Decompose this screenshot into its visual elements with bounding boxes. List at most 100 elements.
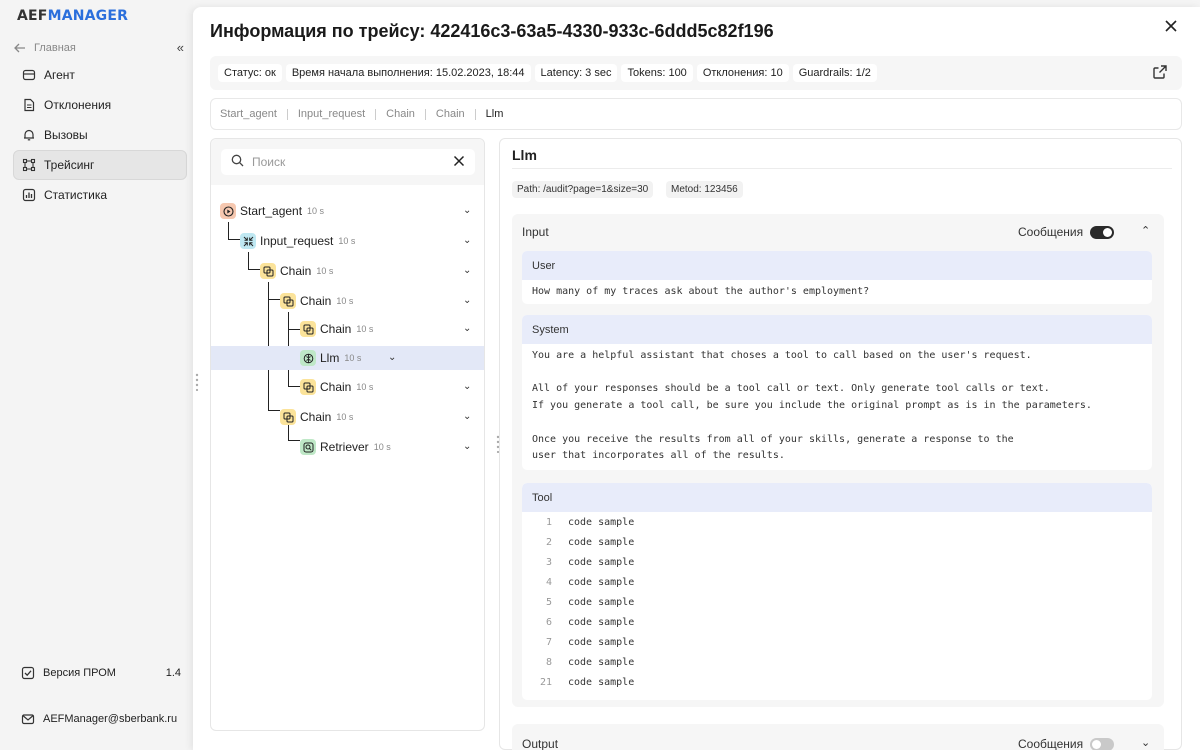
output-messages-toggle[interactable]: Сообщения xyxy=(1018,737,1115,750)
chevron-down-icon[interactable]: ⌄ xyxy=(388,352,396,363)
chevron-up-icon[interactable]: ⌃ xyxy=(1141,224,1150,237)
tokens-chip: Tokens: 100 xyxy=(621,64,693,82)
bell-icon xyxy=(22,128,36,142)
sidebar-item-statistics[interactable]: Статистика xyxy=(13,180,187,210)
tree-node-chain[interactable]: Chain 10 s xyxy=(300,318,373,340)
output-section: Output Сообщения ⌄ xyxy=(512,724,1164,750)
tree-node-duration: 10 s xyxy=(336,296,354,306)
user-message-text: How many of my traces ask about the auth… xyxy=(532,286,870,297)
code-line: 1 code sample xyxy=(545,516,635,528)
clear-search-icon[interactable] xyxy=(453,154,465,170)
chevron-down-icon[interactable]: ⌄ xyxy=(463,265,471,276)
tree-node-chain[interactable]: Chain 10 s xyxy=(300,376,373,398)
divider xyxy=(512,168,1172,169)
tree-node-retriever[interactable]: Retriever 10 s xyxy=(300,436,391,458)
breadcrumb: Start_agent Input_request Chain Chain Ll… xyxy=(210,98,1182,130)
tree-connector xyxy=(288,386,300,387)
tracing-icon xyxy=(22,158,36,172)
tree-node-chain[interactable]: Chain 10 s xyxy=(280,290,353,312)
breadcrumb-item[interactable]: Input_request xyxy=(298,108,365,120)
tree-node-duration: 10 s xyxy=(344,353,362,363)
latency-chip: Latency: 3 sec xyxy=(534,64,618,82)
toggle-switch-off[interactable] xyxy=(1090,737,1115,750)
tree-node-label: Input_request xyxy=(260,234,334,248)
tree-search-input[interactable] xyxy=(252,155,432,169)
sidebar-item-agent[interactable]: Агент xyxy=(13,60,187,90)
chevron-down-icon[interactable]: ⌄ xyxy=(1141,736,1150,749)
sidebar-item-label: Вызовы xyxy=(44,128,88,142)
arrow-left-icon xyxy=(14,41,26,56)
chevron-down-icon[interactable]: ⌄ xyxy=(463,441,471,452)
trace-status-bar: Статус: ок Время начала выполнения: 15.0… xyxy=(210,56,1182,90)
breadcrumb-separator xyxy=(474,108,476,120)
drag-handle-icon[interactable] xyxy=(195,373,199,392)
llm-icon xyxy=(300,350,316,366)
sidebar-nav: Агент Отклонения Вызовы Трейсинг Статист… xyxy=(13,60,187,210)
back-to-home-link[interactable]: Главная « xyxy=(14,40,186,56)
chevron-down-icon[interactable]: ⌄ xyxy=(463,205,471,216)
chain-icon xyxy=(300,379,316,395)
tree-node-input-request[interactable]: Input_request 10 s xyxy=(240,230,355,252)
sidebar-item-label: Трейсинг xyxy=(44,158,95,172)
code-line: 5 code sample xyxy=(545,596,635,608)
external-link-icon[interactable] xyxy=(1152,64,1168,80)
breadcrumb-item[interactable]: Chain xyxy=(386,108,415,120)
breadcrumb-item[interactable]: Start_agent xyxy=(220,108,277,120)
tree-connector xyxy=(288,440,300,441)
tree-node-duration: 10 s xyxy=(338,236,356,246)
logo-text-aef: AEF xyxy=(17,8,48,24)
back-label: Главная xyxy=(34,42,76,54)
system-message-text: You are a helpful assistant that choses … xyxy=(532,350,1092,462)
logo-text-manager: MANAGER xyxy=(47,8,129,24)
tree-node-duration: 10 s xyxy=(356,324,374,334)
status-chip: Статус: ок xyxy=(218,64,282,82)
deviations-chip: Отклонения: 10 xyxy=(696,64,789,82)
chain-icon xyxy=(280,409,296,425)
email-text: AEFManager@sberbank.ru xyxy=(43,713,178,725)
user-message-box: User How many of my traces ask about the… xyxy=(522,251,1152,304)
tool-message-box[interactable]: Tool 1 code sample 2 code sample 3 code sam… xyxy=(522,483,1152,700)
sidebar-item-tracing[interactable]: Трейсинг xyxy=(13,150,187,180)
tree-connector xyxy=(248,269,260,270)
chain-icon xyxy=(280,293,296,309)
tree-node-duration: 10 s xyxy=(373,442,391,452)
collapse-arrows-icon xyxy=(240,233,256,249)
sidebar: AEFMANAGER Главная « Агент Отклонения Вы… xyxy=(0,0,193,750)
user-email[interactable]: AEFManager@sberbank.ru xyxy=(21,712,191,726)
tree-connector xyxy=(248,252,249,269)
chevron-down-icon[interactable]: ⌄ xyxy=(463,381,471,392)
toggle-label: Сообщения xyxy=(1018,737,1084,750)
breadcrumb-separator xyxy=(375,108,377,120)
toggle-label: Сообщения xyxy=(1018,225,1084,239)
tree-node-start-agent[interactable]: Start_agent 10 s xyxy=(220,200,324,222)
collapse-sidebar-icon[interactable]: « xyxy=(177,40,184,55)
breadcrumb-separator xyxy=(424,108,426,120)
breadcrumb-separator xyxy=(286,108,288,120)
user-message-label: User xyxy=(522,251,1152,280)
code-line: 3 code sample xyxy=(545,556,635,568)
box-icon xyxy=(22,68,36,82)
tree-connector xyxy=(228,222,229,239)
input-messages-toggle[interactable]: Сообщения xyxy=(1018,225,1115,239)
chevron-down-icon[interactable]: ⌄ xyxy=(463,323,471,334)
sidebar-item-calls[interactable]: Вызовы xyxy=(13,120,187,150)
tree-node-chain[interactable]: Chain 10 s xyxy=(260,260,333,282)
version-label: Версия ПРОМ xyxy=(43,667,116,679)
modal-title: Информация по трейсу: 422416c3-63a5-4330… xyxy=(210,21,774,41)
span-title: Llm xyxy=(512,147,537,163)
chain-icon xyxy=(260,263,276,279)
breadcrumb-item[interactable]: Chain xyxy=(436,108,465,120)
close-icon[interactable] xyxy=(1164,19,1178,38)
code-line: 2 code sample xyxy=(545,536,635,548)
start-time-chip: Время начала выполнения: 15.02.2023, 18:… xyxy=(285,64,531,82)
chevron-down-icon[interactable]: ⌄ xyxy=(463,411,471,422)
toggle-switch-on[interactable] xyxy=(1090,225,1115,239)
play-icon xyxy=(220,203,236,219)
chevron-down-icon[interactable]: ⌄ xyxy=(463,295,471,306)
tree-node-llm-selected[interactable]: Llm 10 s xyxy=(300,347,361,369)
search-icon xyxy=(231,154,244,170)
app-logo[interactable]: AEFMANAGER xyxy=(17,8,128,24)
chevron-down-icon[interactable]: ⌄ xyxy=(463,235,471,246)
tree-node-chain[interactable]: Chain 10 s xyxy=(280,406,353,428)
sidebar-item-deviations[interactable]: Отклонения xyxy=(13,90,187,120)
